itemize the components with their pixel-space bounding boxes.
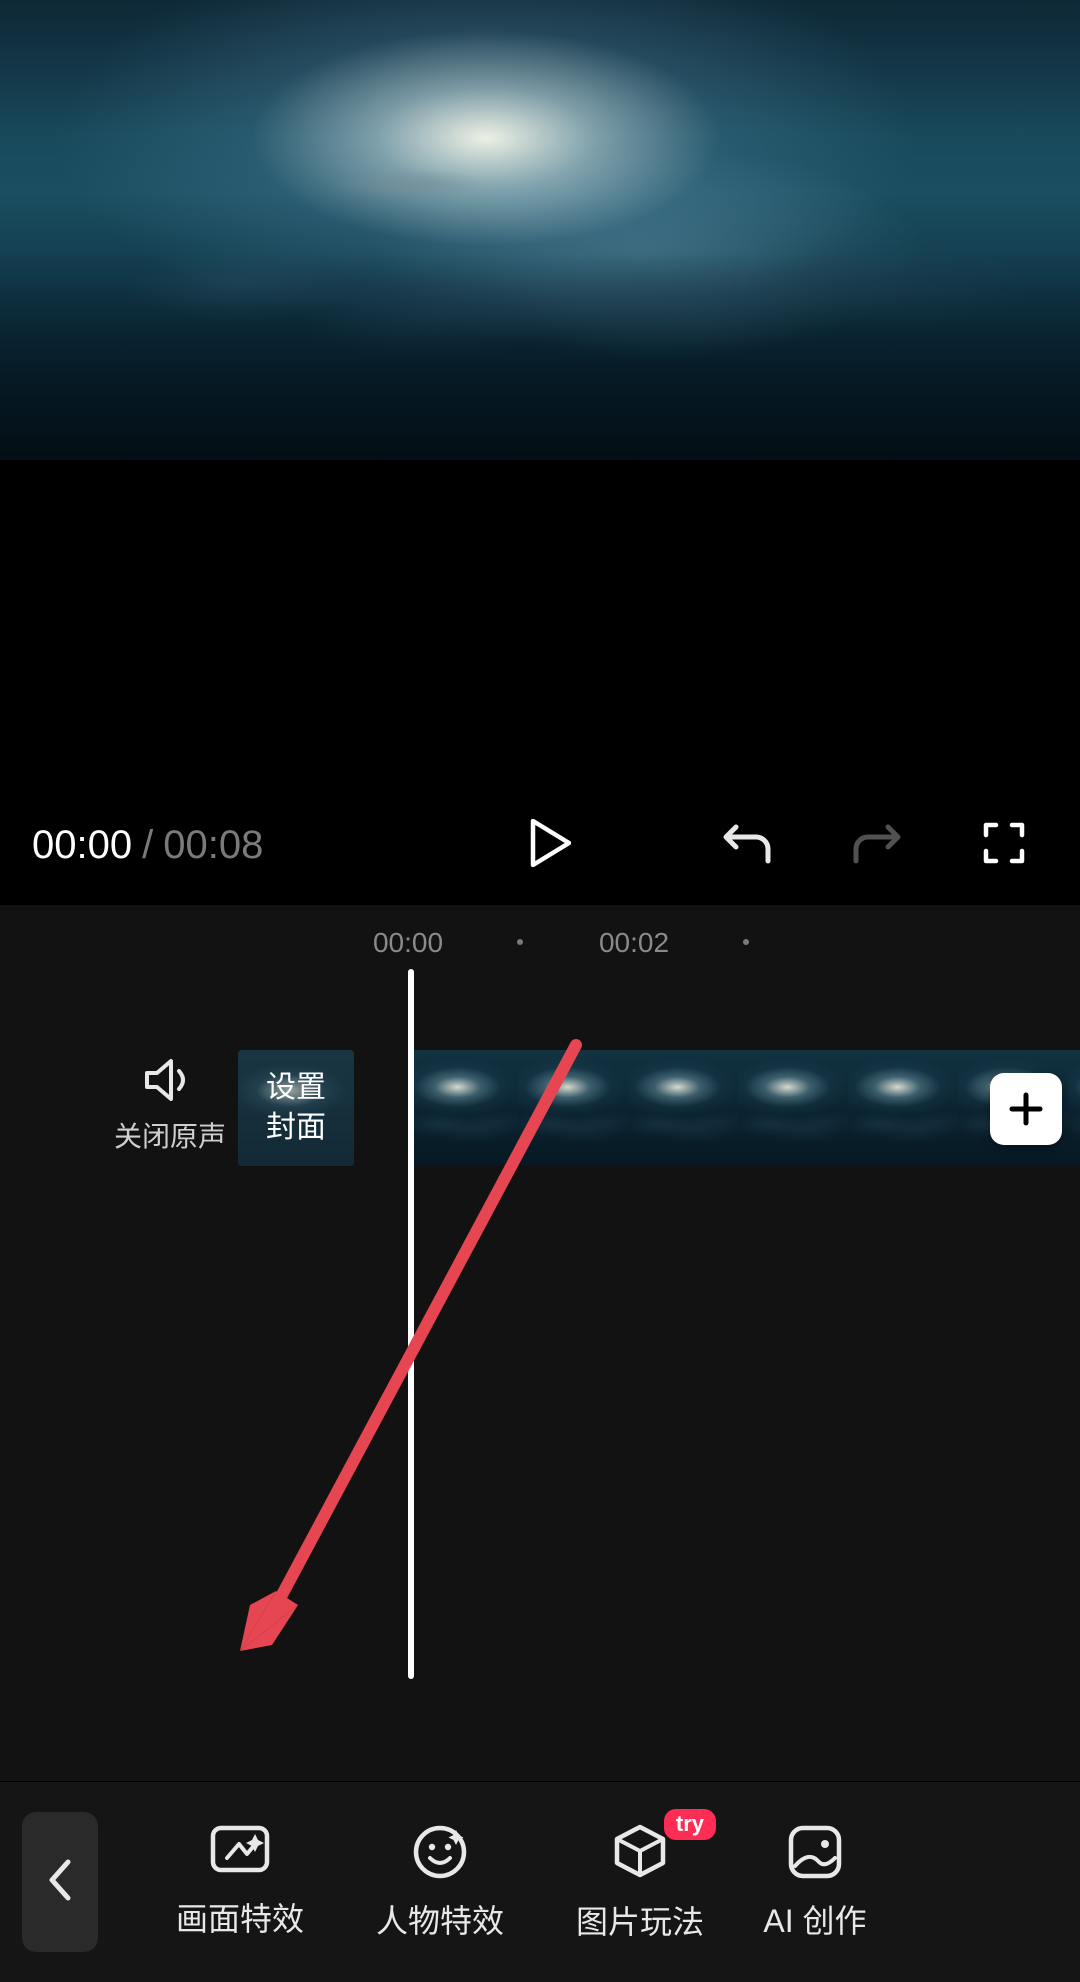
ruler-dot xyxy=(743,939,749,945)
clip-thumbnail[interactable] xyxy=(738,1050,848,1166)
fullscreen-icon xyxy=(982,821,1026,870)
set-cover-label: 设置封面 xyxy=(266,1068,326,1149)
playhead[interactable] xyxy=(408,969,414,1679)
fullscreen-button[interactable] xyxy=(964,805,1044,885)
tool-image-play[interactable]: try 图片玩法 xyxy=(540,1821,740,1943)
tool-label: 图片玩法 xyxy=(576,1897,704,1943)
tool-screen-effects[interactable]: 画面特效 xyxy=(140,1824,340,1940)
mute-original-audio-button[interactable]: 关闭原声 xyxy=(110,1053,230,1155)
playback-controls-row: 00:00 / 00:08 xyxy=(0,785,1080,905)
ai-create-icon xyxy=(785,1822,845,1882)
clip-track[interactable] xyxy=(408,1050,1080,1166)
ruler-dot xyxy=(517,939,523,945)
time-current: 00:00 xyxy=(32,823,132,868)
clip-thumbnail[interactable] xyxy=(408,1050,518,1166)
undo-button[interactable] xyxy=(708,805,788,885)
tool-label: AI 创作 xyxy=(763,1896,866,1942)
speaker-icon xyxy=(143,1053,197,1107)
ruler-mark: 00:00 xyxy=(373,927,443,959)
clip-thumbnail[interactable] xyxy=(628,1050,738,1166)
plus-icon xyxy=(1008,1091,1044,1127)
redo-button[interactable] xyxy=(836,805,916,885)
screen-effects-icon xyxy=(209,1824,271,1880)
undo-icon xyxy=(722,821,774,870)
tool-label: 人物特效 xyxy=(376,1896,504,1942)
time-total: 00:08 xyxy=(163,823,263,868)
timeline-ruler: 00:00 00:02 xyxy=(0,927,1080,967)
clip-thumbnail[interactable] xyxy=(848,1050,958,1166)
play-button[interactable] xyxy=(510,805,590,885)
try-badge: try xyxy=(664,1809,716,1840)
tool-ai-create[interactable]: AI 创作 xyxy=(740,1822,890,1942)
play-icon xyxy=(529,819,571,872)
back-button[interactable] xyxy=(22,1812,98,1952)
ruler-mark: 00:02 xyxy=(599,927,669,959)
image-play-icon xyxy=(609,1821,671,1883)
redo-icon xyxy=(850,821,902,870)
video-preview-frame[interactable] xyxy=(0,0,1080,460)
chevron-left-icon xyxy=(46,1858,74,1907)
time-separator: / xyxy=(142,823,153,868)
video-preview-area xyxy=(0,0,1080,785)
tool-face-effects[interactable]: 人物特效 xyxy=(340,1822,540,1942)
face-effects-icon xyxy=(410,1822,470,1882)
clip-thumbnail[interactable] xyxy=(1068,1050,1080,1166)
add-clip-button[interactable] xyxy=(990,1073,1062,1145)
clip-thumbnail[interactable] xyxy=(518,1050,628,1166)
mute-label: 关闭原声 xyxy=(114,1115,226,1155)
set-cover-button[interactable]: 设置封面 xyxy=(238,1050,354,1166)
timeline-area[interactable]: 00:00 00:02 关闭原声 设置封面 xyxy=(0,905,1080,1781)
tool-label: 画面特效 xyxy=(176,1894,304,1940)
time-display: 00:00 / 00:08 xyxy=(32,823,263,868)
bottom-toolbar: 画面特效 人物特效 try 图片玩法 xyxy=(0,1782,1080,1982)
